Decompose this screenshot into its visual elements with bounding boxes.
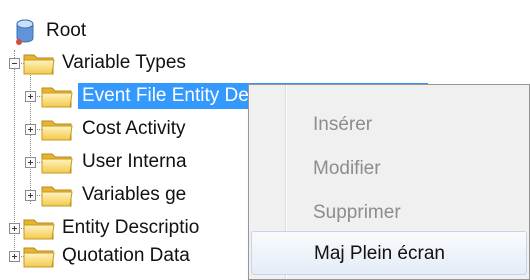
tree-node-label: Variable Types <box>62 52 186 73</box>
expand-toggle-icon[interactable] <box>25 91 36 102</box>
expand-toggle-icon[interactable] <box>9 251 20 262</box>
tree-node-variable-types[interactable]: Variable Types <box>0 50 300 84</box>
menu-item-supprimer[interactable]: Supprimer <box>251 191 527 235</box>
context-menu: Insérer Modifier Supprimer Maj Plein écr… <box>248 84 530 280</box>
tree-node-label: Root <box>46 20 87 41</box>
tree-node-label: Quotation Data <box>62 245 190 266</box>
expand-toggle-icon[interactable] <box>9 223 20 234</box>
database-icon <box>16 19 34 45</box>
tree-node-label: Cost Activity <box>82 118 186 139</box>
expand-toggle-icon[interactable] <box>25 124 36 135</box>
folder-icon <box>22 243 56 269</box>
tree-node-cost-activity[interactable]: Cost Activity <box>0 116 250 150</box>
collapse-toggle-icon[interactable] <box>9 58 20 69</box>
menu-item-modifier[interactable]: Modifier <box>251 147 527 191</box>
tree-node-quotation-data[interactable]: Quotation Data <box>0 243 250 277</box>
folder-icon <box>22 215 56 241</box>
folder-icon <box>22 50 56 76</box>
menu-item-inserer[interactable]: Insérer <box>251 103 527 147</box>
tree-node-label: Entity Descriptio <box>62 217 200 238</box>
tree-node-user-interna[interactable]: User Interna <box>0 149 250 183</box>
expand-toggle-icon[interactable] <box>25 190 36 201</box>
tree-node-label: Variables ge <box>82 184 187 205</box>
tree-node-root[interactable]: Root <box>0 18 200 52</box>
expand-toggle-icon[interactable] <box>25 157 36 168</box>
tree-node-variables-ge[interactable]: Variables ge <box>0 182 250 216</box>
tree-node-label: User Interna <box>82 151 187 172</box>
folder-icon <box>40 116 74 142</box>
folder-icon <box>40 149 74 175</box>
folder-icon <box>40 182 74 208</box>
folder-icon <box>40 83 74 109</box>
menu-item-maj-plein-ecran[interactable]: Maj Plein écran <box>251 231 527 275</box>
